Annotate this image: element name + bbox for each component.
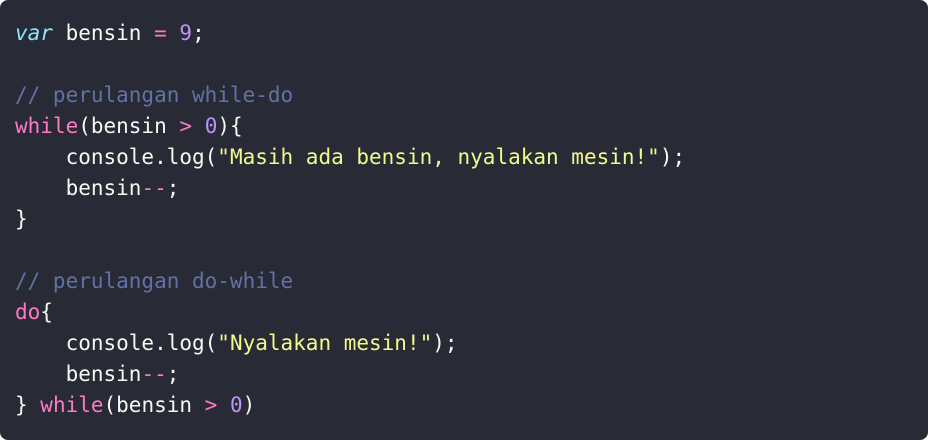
code-token: console.log( <box>15 331 218 355</box>
code-token: ); <box>432 331 458 355</box>
code-line: bensin--; <box>15 359 928 390</box>
code-editor-panel: var bensin = 9; // perulangan while-do whi… <box>0 0 928 440</box>
code-token: (bensin <box>78 114 180 138</box>
code-token: { <box>40 300 53 324</box>
code-token: bensin <box>52 21 155 45</box>
code-token: bensin <box>15 362 142 386</box>
code-line: } <box>15 204 928 235</box>
operator-token: -- <box>141 362 167 386</box>
keyword-token: do <box>15 300 41 324</box>
number-token: 0 <box>204 114 218 138</box>
code-token: } <box>15 207 28 231</box>
code-line: // perulangan while-do <box>15 80 928 111</box>
keyword-token: while <box>15 114 79 138</box>
code-line: } while(bensin > 0) <box>15 390 928 421</box>
operator-token: -- <box>141 176 167 200</box>
code-token: (bensin <box>103 393 205 417</box>
code-line: do{ <box>15 297 928 328</box>
code-line: console.log("Masih ada bensin, nyalakan … <box>15 142 928 173</box>
code-line: var bensin = 9; <box>15 18 928 49</box>
code-line: bensin--; <box>15 173 928 204</box>
code-token: ){ <box>217 114 243 138</box>
code-token: ; <box>166 362 180 386</box>
string-token: "Nyalakan mesin!" <box>217 331 433 355</box>
code-line: while(bensin > 0){ <box>15 111 928 142</box>
code-token: ); <box>659 145 686 169</box>
code-token: } <box>15 393 41 417</box>
string-token: "Masih ada bensin, nyalakan mesin!" <box>217 145 660 169</box>
code-token: ; <box>166 176 180 200</box>
code-token: ) <box>242 393 256 417</box>
keyword-token: while <box>40 393 104 417</box>
number-token: 9 <box>179 21 193 45</box>
operator-token: > <box>204 393 218 417</box>
code-line: // perulangan do-while <box>15 266 928 297</box>
code-line: console.log("Nyalakan mesin!"); <box>15 328 928 359</box>
number-token: 0 <box>229 393 243 417</box>
operator-token: = <box>154 21 167 45</box>
comment-token: // perulangan do-while <box>15 269 294 293</box>
operator-token: > <box>179 114 193 138</box>
code-token: ; <box>192 21 205 45</box>
code-token: bensin <box>15 176 142 200</box>
storage-keyword-token: var <box>15 21 53 45</box>
comment-token: // perulangan while-do <box>15 83 294 107</box>
code-token: console.log( <box>15 145 218 169</box>
